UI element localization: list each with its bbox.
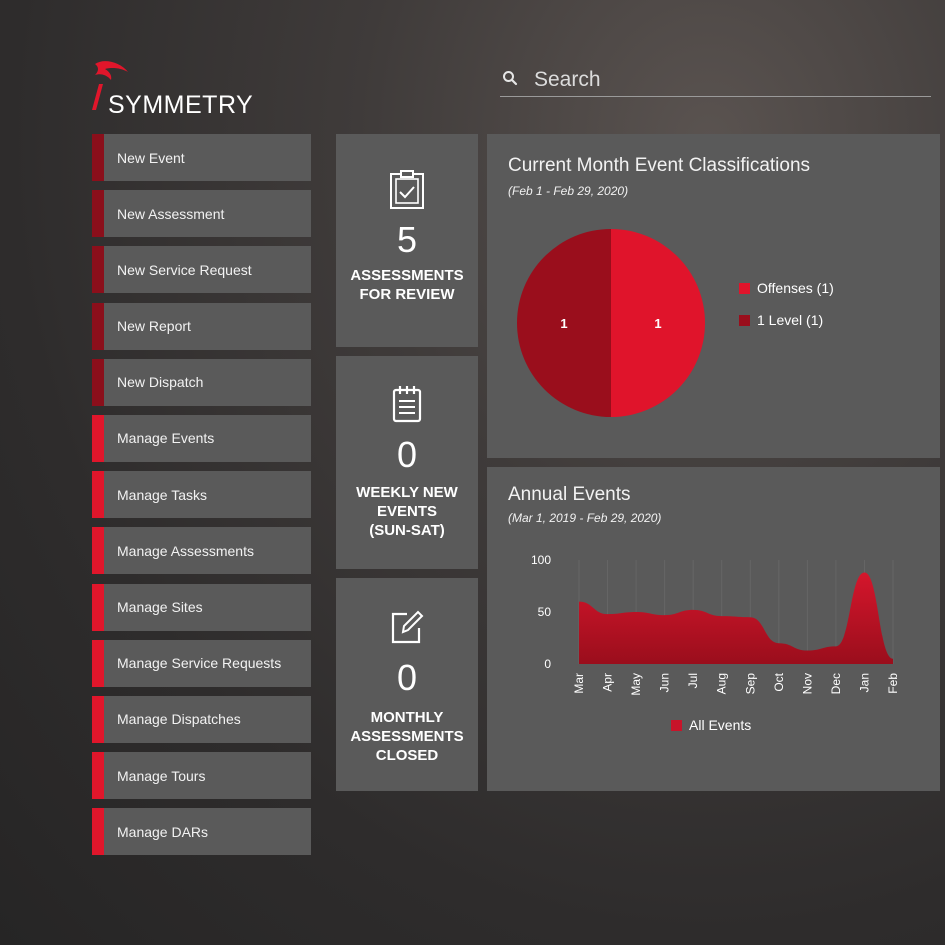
nav-item-new-event[interactable]: New Event <box>92 134 311 181</box>
nav-accent-bar <box>92 752 104 800</box>
nav-item-label: Manage Dispatches <box>117 711 241 728</box>
nav-item-label: New Service Request <box>117 261 252 278</box>
nav-item-manage-tasks[interactable]: Manage Tasks <box>92 471 311 519</box>
monthly-closed-count: 0 <box>396 657 418 698</box>
x-tick-label: Oct <box>772 672 786 691</box>
nav-accent-bar <box>92 190 104 238</box>
weekly-events-count: 0 <box>396 434 418 475</box>
nav-item-manage-dispatches[interactable]: Manage Dispatches <box>92 695 311 743</box>
nav-item-label: New Dispatch <box>117 374 204 391</box>
tile-caption-line2: ASSESSMENTS <box>350 728 464 745</box>
weekly-new-events-tile[interactable]: 0 WEEKLY NEW EVENTS (SUN-SAT) <box>336 356 478 569</box>
nav-accent-bar <box>92 527 104 575</box>
x-tick-label: Mar <box>572 673 586 694</box>
nav-item-label: New Assessment <box>117 205 225 222</box>
nav-item-new-report[interactable]: New Report <box>92 302 311 350</box>
assessments-for-review-tile[interactable]: 5 ASSESSMENTS FOR REVIEW <box>336 134 478 347</box>
x-tick-label: Apr <box>601 673 615 692</box>
notepad-icon <box>392 386 422 423</box>
pie-data-label: 1 <box>560 316 567 331</box>
legend-item-all-events[interactable]: All Events <box>671 717 751 733</box>
y-tick-label: 50 <box>538 605 552 619</box>
tile-caption-line1: WEEKLY NEW <box>356 484 458 501</box>
legend-swatch <box>739 314 750 326</box>
search-input[interactable] <box>532 64 926 96</box>
tile-caption-line1: MONTHLY <box>370 709 444 726</box>
pie-legend-item[interactable]: 1 Level (1) <box>739 312 823 328</box>
x-tick-label: Aug <box>715 673 729 694</box>
event-classifications-panel: Current Month Event Classifications (Feb… <box>487 134 940 458</box>
nav-item-label: Manage DARs <box>117 823 209 840</box>
nav-item-manage-events[interactable]: Manage Events <box>92 414 311 462</box>
y-tick-label: 100 <box>531 553 551 567</box>
legend-swatch <box>739 282 750 294</box>
tile-caption-line1: ASSESSMENTS <box>350 267 464 284</box>
nav-item-label: New Event <box>117 149 185 166</box>
x-tick-label: Feb <box>886 673 900 694</box>
nav-item-new-service-request[interactable]: New Service Request <box>92 246 311 294</box>
x-tick-label: Jun <box>658 673 672 692</box>
nav-item-manage-service-requests[interactable]: Manage Service Requests <box>92 639 311 687</box>
nav-accent-bar <box>92 302 104 350</box>
nav-item-label: Manage Events <box>117 430 215 447</box>
nav-accent-bar <box>92 639 104 687</box>
nav-item-manage-tours[interactable]: Manage Tours <box>92 752 311 800</box>
x-tick-label: Dec <box>829 673 843 694</box>
nav-item-label: Manage Tours <box>117 767 206 784</box>
pie-data-label: 1 <box>654 316 661 331</box>
x-tick-label: Sep <box>743 673 757 695</box>
annual-events-area-chart: 0 50 100 Mar Apr May Jun Jul Aug Sep Oct Nov Dec Jan F… <box>531 553 900 696</box>
monthly-assessments-closed-tile[interactable]: 0 MONTHLY ASSESSMENTS CLOSED <box>336 578 478 791</box>
symmetry-logo: SYMMETRY <box>88 58 258 120</box>
x-tick-label: Jul <box>686 673 700 688</box>
legend-label: All Events <box>689 717 752 733</box>
sidebar-nav: New Event New Assessment New Service Reque… <box>92 134 311 864</box>
nav-accent-bar <box>92 583 104 631</box>
x-tick-label: May <box>629 673 643 696</box>
search-bar[interactable] <box>500 62 931 97</box>
nav-accent-bar <box>92 695 104 743</box>
nav-item-manage-sites[interactable]: Manage Sites <box>92 583 311 631</box>
classifications-pie-chart: 11 <box>517 229 705 417</box>
annual-events-panel: Annual Events (Mar 1, 2019 - Feb 29, 202… <box>487 467 940 791</box>
nav-accent-bar <box>92 471 104 519</box>
nav-item-manage-dars[interactable]: Manage DARs <box>92 808 311 856</box>
legend-label: Offenses (1) <box>757 280 834 296</box>
search-icon <box>503 71 518 86</box>
tile-caption-line2: EVENTS <box>376 503 437 520</box>
tile-caption-line3: CLOSED <box>375 747 439 764</box>
nav-item-new-assessment[interactable]: New Assessment <box>92 190 311 238</box>
nav-item-label: New Report <box>117 318 191 335</box>
x-tick-label: Jan <box>857 673 871 692</box>
assessments-count: 5 <box>396 219 418 260</box>
legend-swatch <box>671 719 682 731</box>
clipboard-check-icon <box>390 170 424 209</box>
nav-accent-bar <box>92 358 104 406</box>
logo-text: SYMMETRY <box>108 91 254 119</box>
nav-accent-bar <box>92 134 104 181</box>
x-tick-label: Nov <box>800 673 814 694</box>
nav-item-new-dispatch[interactable]: New Dispatch <box>92 358 311 406</box>
nav-item-label: Manage Assessments <box>117 542 254 559</box>
nav-item-manage-assessments[interactable]: Manage Assessments <box>92 527 311 575</box>
nav-item-label: Manage Tasks <box>117 486 208 503</box>
area-series-all-events[interactable] <box>579 572 893 664</box>
legend-label: 1 Level (1) <box>757 312 824 328</box>
nav-accent-bar <box>92 246 104 294</box>
tile-caption-line2: FOR REVIEW <box>359 286 455 303</box>
nav-item-label: Manage Sites <box>117 599 203 615</box>
nav-accent-bar <box>92 414 104 462</box>
nav-accent-bar <box>92 808 104 856</box>
tile-caption-line3: (SUN-SAT) <box>369 522 445 539</box>
pie-legend-item[interactable]: Offenses (1) <box>739 280 834 296</box>
y-tick-label: 0 <box>544 657 551 671</box>
edit-icon <box>391 610 424 644</box>
nav-item-label: Manage Service Requests <box>117 655 282 672</box>
